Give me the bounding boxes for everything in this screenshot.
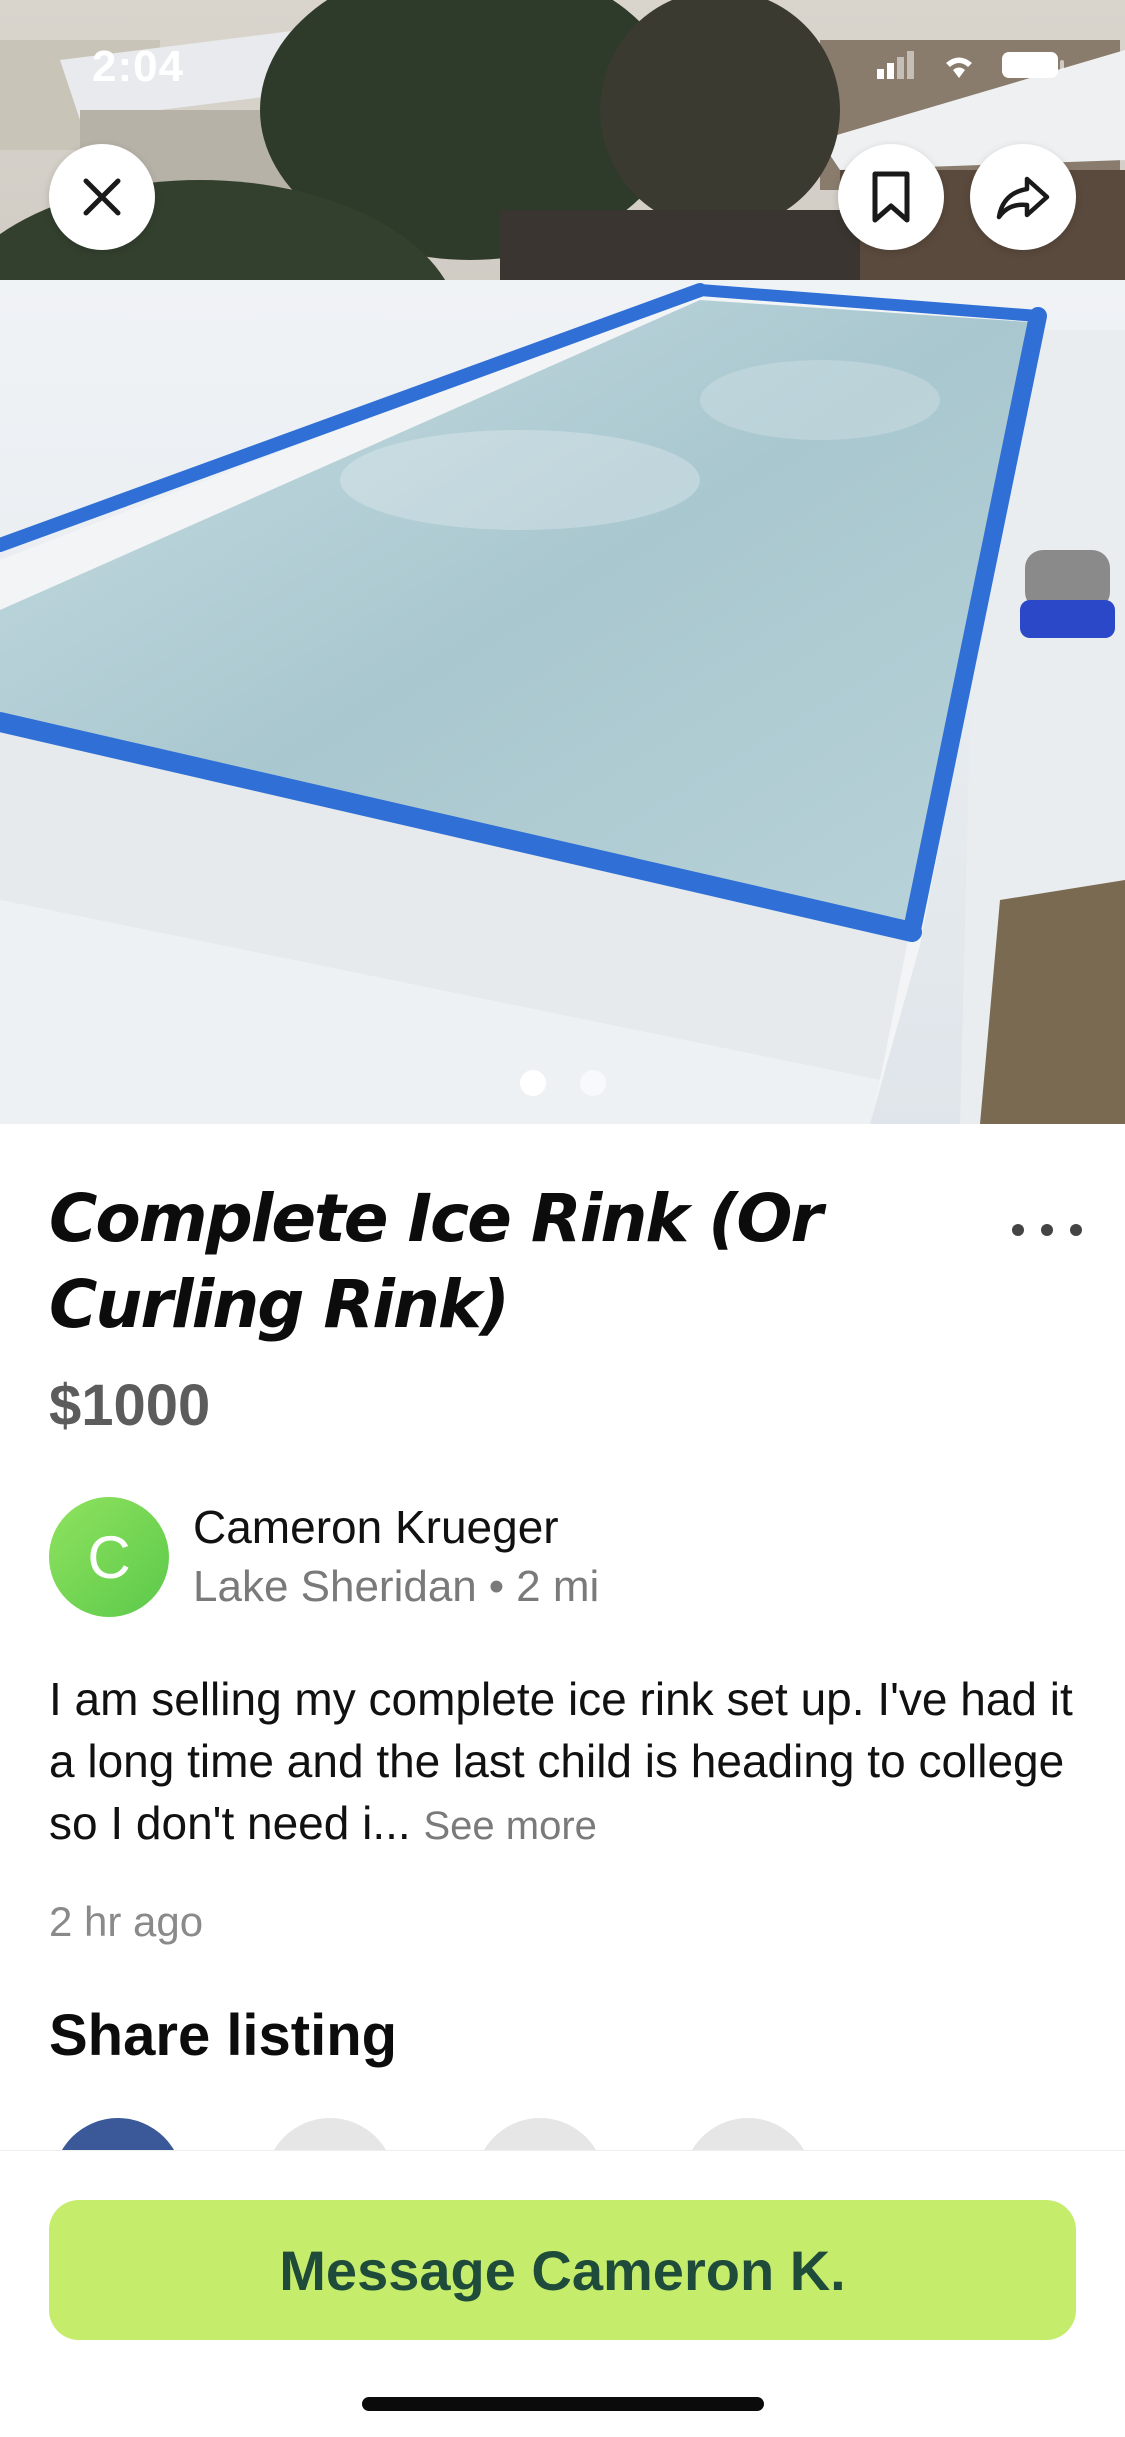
listing-photo[interactable] <box>0 0 1125 1124</box>
seller-distance: 2 mi <box>516 1562 600 1611</box>
gallery-pagination <box>0 1070 1125 1096</box>
bookmark-button[interactable] <box>838 144 944 250</box>
share-targets-row <box>0 2118 1125 2150</box>
avatar-initial: C <box>87 1523 131 1591</box>
pagination-dot-active[interactable] <box>519 1070 546 1096</box>
posted-time: 2 hr ago <box>49 1898 204 1945</box>
wifi-icon <box>946 57 972 78</box>
status-bar: 2:04 <box>0 0 1125 130</box>
status-icons <box>877 50 1065 80</box>
listing-price: $1000 <box>49 1373 211 1438</box>
close-icon <box>83 178 121 216</box>
home-indicator[interactable] <box>362 2397 764 2411</box>
share-button[interactable] <box>970 144 1076 250</box>
separator-dot: • <box>488 1562 505 1611</box>
more-dot-icon <box>1041 1224 1053 1236</box>
share-target-facebook[interactable] <box>53 2118 183 2150</box>
message-seller-button[interactable]: Message Cameron K. <box>49 2200 1076 2340</box>
signal-icon <box>877 51 914 79</box>
seller-location-line: Lake Sheridan • 2 mi <box>193 1562 599 1612</box>
pagination-dot[interactable] <box>579 1070 606 1096</box>
close-button[interactable] <box>49 144 155 250</box>
more-options-button[interactable] <box>1012 1210 1082 1250</box>
bookmark-icon <box>872 171 910 223</box>
see-more-link[interactable]: See more <box>423 1804 596 1848</box>
battery-icon <box>1002 52 1064 78</box>
more-dot-icon <box>1012 1224 1024 1236</box>
share-arrow-icon <box>996 176 1050 220</box>
share-target[interactable] <box>683 2118 813 2150</box>
listing-description: I am selling my complete ice rink set up… <box>49 1668 1084 1857</box>
share-target[interactable] <box>475 2118 605 2150</box>
share-listing-heading: Share listing <box>49 2003 398 2068</box>
seller-location: Lake Sheridan <box>193 1562 477 1611</box>
more-dot-icon <box>1070 1224 1082 1236</box>
status-time: 2:04 <box>92 42 185 91</box>
seller-name[interactable]: Cameron Krueger <box>193 1500 559 1554</box>
seller-avatar[interactable]: C <box>49 1497 169 1617</box>
share-target[interactable] <box>265 2118 395 2150</box>
listing-title: Complete Ice Rink (Or Curling Rink) <box>49 1180 823 1343</box>
